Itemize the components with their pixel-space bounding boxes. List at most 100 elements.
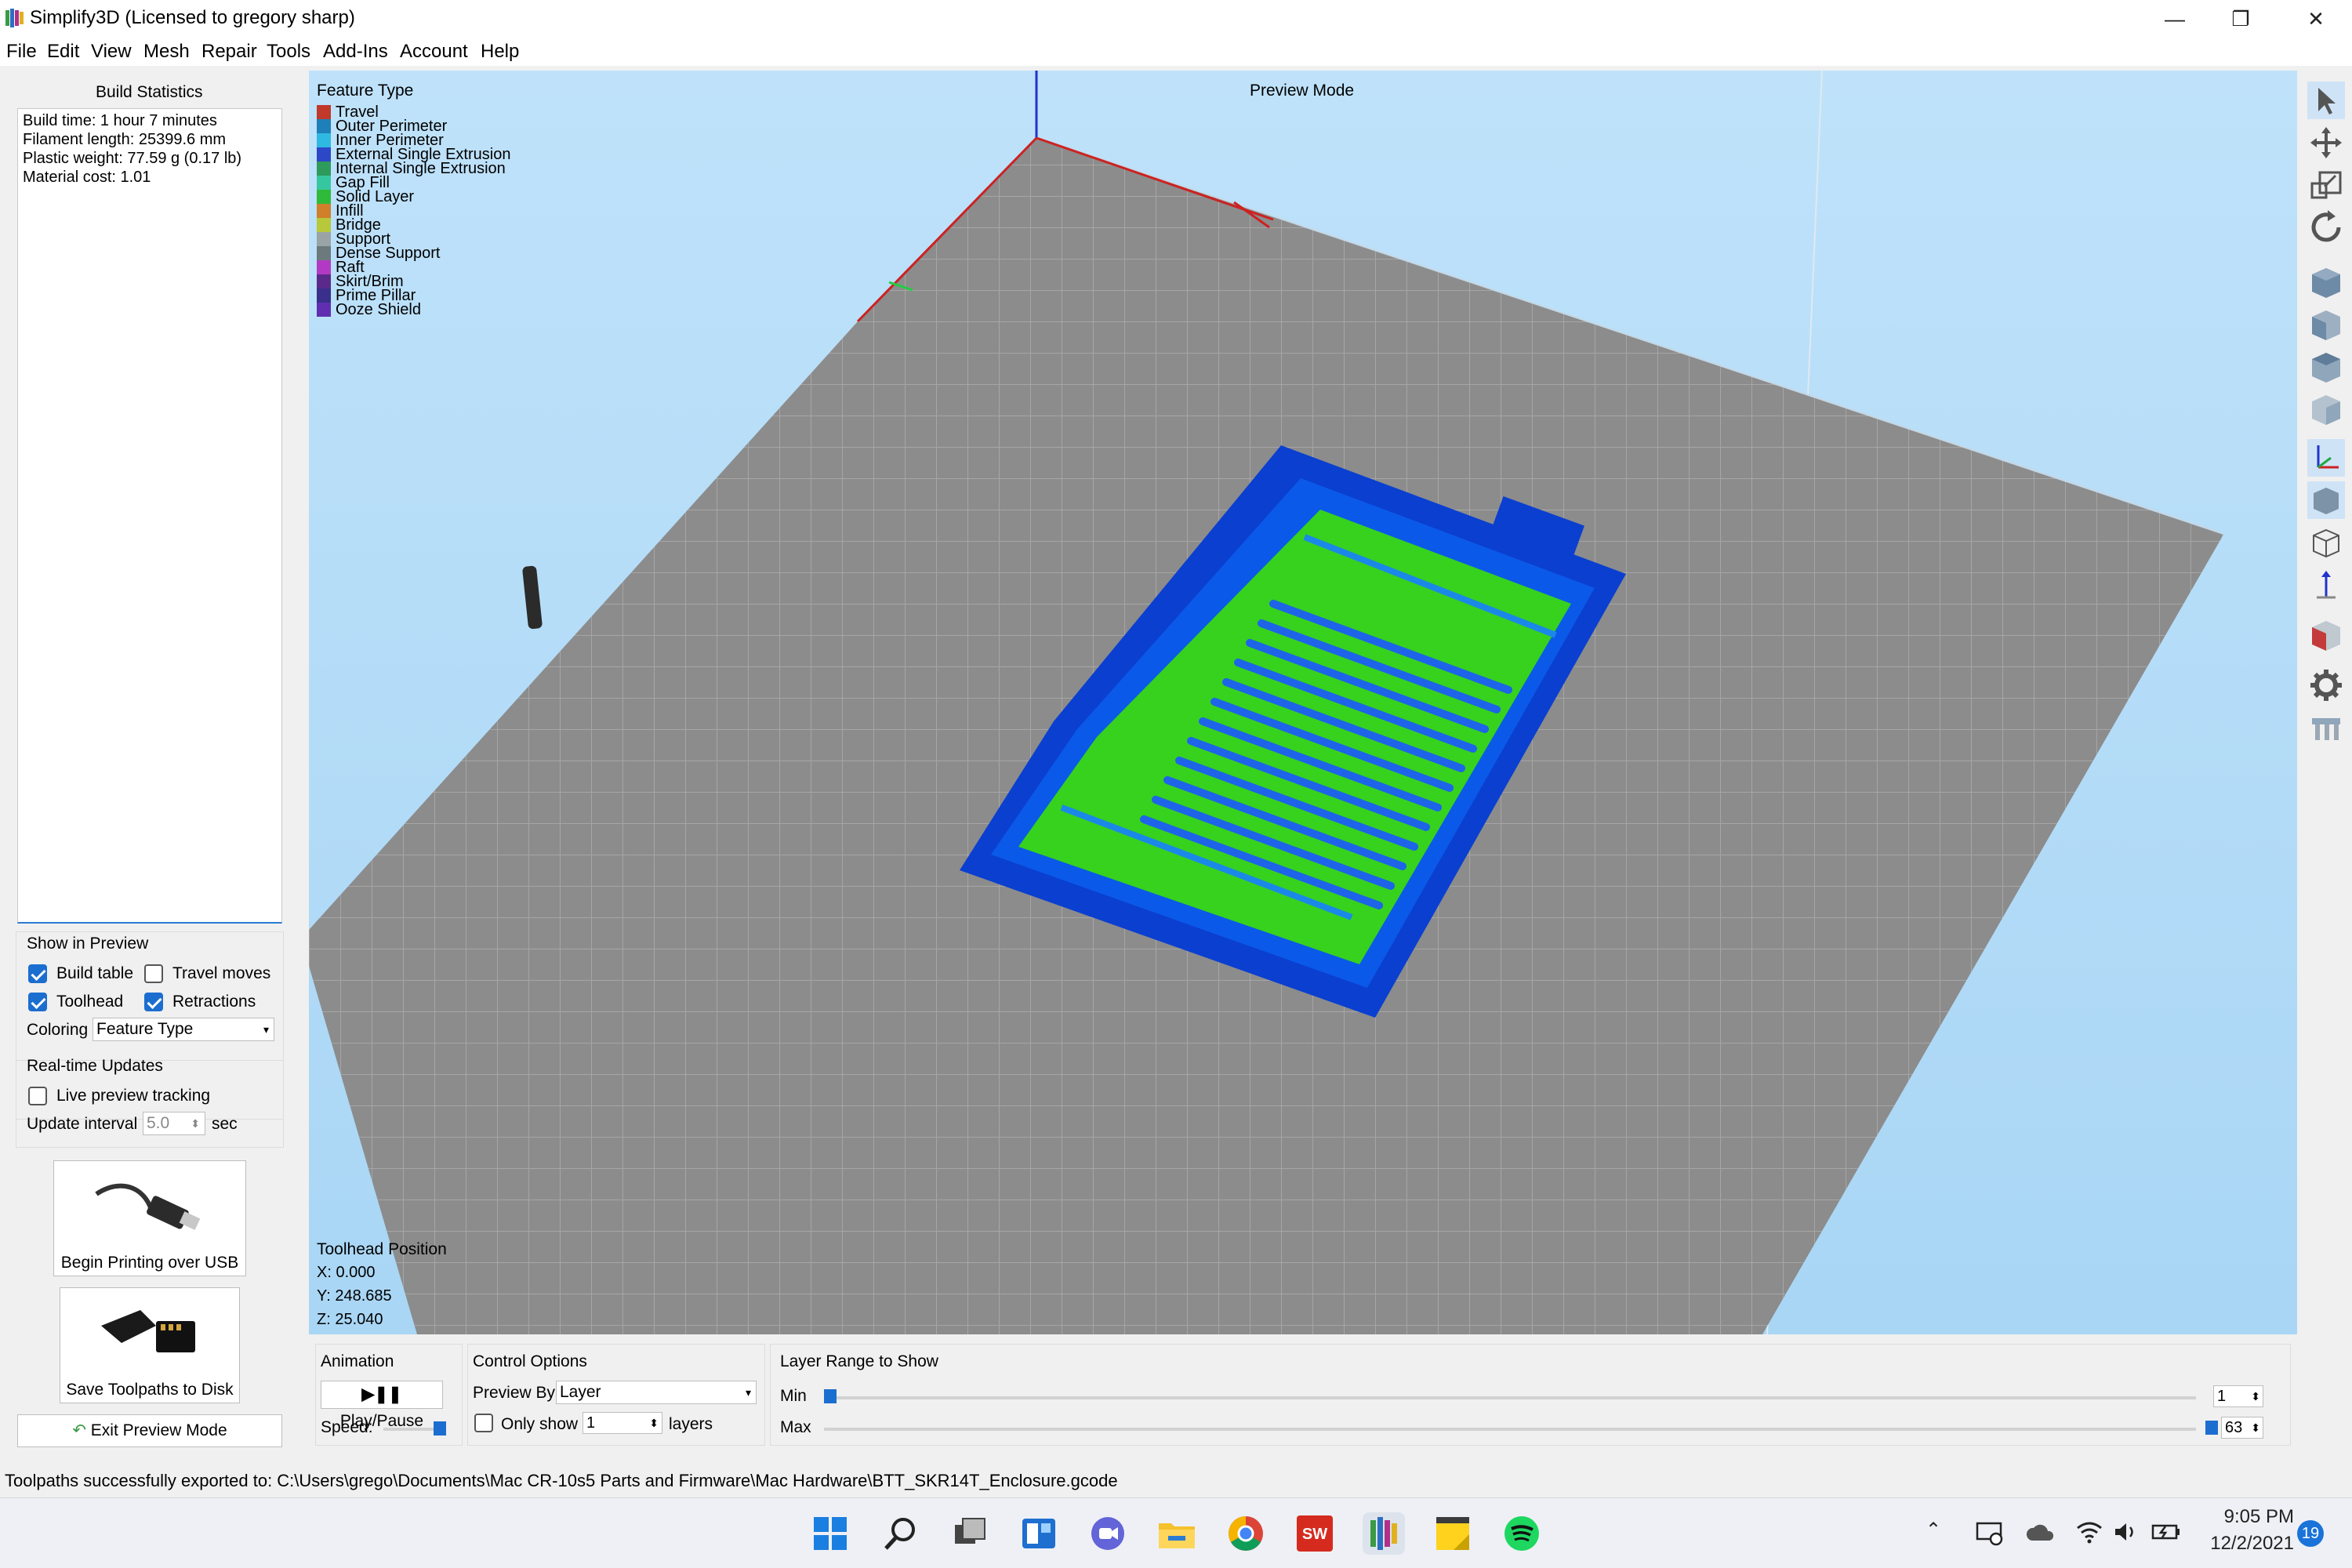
toolhead-checkbox[interactable] — [28, 993, 47, 1011]
usb-button-label: Begin Printing over USB — [60, 1254, 239, 1272]
menu-edit[interactable]: Edit — [47, 41, 79, 63]
menu-add-ins[interactable]: Add-Ins — [323, 41, 388, 63]
max-layer-spinner[interactable]: 63 ⬍ — [2221, 1417, 2263, 1439]
windows-taskbar: SW ⌃ 9:05 PM 12/2/2021 19 — [0, 1497, 2352, 1568]
move-arrows-icon[interactable] — [2307, 124, 2345, 162]
exit-preview-button[interactable]: ↶ Exit Preview Mode — [17, 1414, 282, 1447]
build-table-checkbox[interactable] — [28, 964, 47, 983]
build-statistics-box: Build time: 1 hour 7 minutes Filament le… — [17, 108, 282, 924]
legend-swatch — [317, 176, 331, 190]
max-layer-value: 63 — [2225, 1419, 2243, 1436]
menu-view[interactable]: View — [91, 41, 132, 63]
preview-by-label: Preview By — [473, 1384, 556, 1402]
solidworks-icon[interactable]: SW — [1294, 1512, 1336, 1555]
sd-card-icon — [101, 1310, 195, 1352]
layer-range-panel: Layer Range to Show Min 1 ⬍ Max 63 ⬍ — [770, 1344, 2291, 1446]
menu-repair[interactable]: Repair — [201, 41, 257, 63]
menu-account[interactable]: Account — [400, 41, 468, 63]
select-pointer-icon[interactable] — [2307, 82, 2345, 119]
legend-swatch — [317, 133, 331, 147]
battery-icon[interactable] — [2151, 1522, 2181, 1542]
coloring-select[interactable]: Feature Type ▾ — [93, 1018, 274, 1041]
back-arrow-icon: ↶ — [72, 1421, 86, 1439]
retractions-checkbox[interactable] — [144, 993, 163, 1011]
axes-toggle-icon[interactable] — [2307, 439, 2345, 477]
save-toolpaths-button[interactable]: Save Toolpaths to Disk — [60, 1287, 240, 1403]
device-connect-icon[interactable] — [1976, 1520, 2004, 1547]
min-layer-spinner[interactable]: 1 ⬍ — [2213, 1385, 2263, 1407]
clock-date[interactable]: 12/2/2021 — [2203, 1533, 2294, 1555]
support-structures-icon[interactable] — [2307, 709, 2345, 746]
minimize-button[interactable]: — — [2151, 3, 2198, 34]
only-show-spinner[interactable]: 1 ⬍ — [583, 1412, 662, 1434]
legend-title: Feature Type — [317, 82, 414, 100]
start-menu-icon[interactable] — [809, 1512, 851, 1555]
preview-by-select[interactable]: Layer ▾ — [556, 1381, 757, 1404]
side-view-icon[interactable] — [2307, 390, 2345, 428]
front-view-icon[interactable] — [2307, 306, 2345, 343]
legend-label: Ooze Shield — [336, 301, 421, 318]
update-interval-spinner[interactable]: 5.0 ⬍ — [143, 1112, 205, 1135]
legend-swatch — [317, 119, 331, 133]
settings-gear-icon[interactable] — [2307, 666, 2345, 704]
animation-panel: Animation ▶❚❚ Play/Pause Speed: — [315, 1344, 463, 1446]
travel-moves-checkbox[interactable] — [144, 964, 163, 983]
toolhead-z: Z: 25.040 — [317, 1311, 383, 1328]
volume-icon[interactable] — [2112, 1520, 2139, 1544]
legend-item: Solid Layer — [317, 189, 414, 205]
task-view-icon[interactable] — [949, 1512, 991, 1555]
only-show-checkbox[interactable] — [474, 1414, 493, 1432]
spotify-icon[interactable] — [1501, 1512, 1543, 1555]
toolhead-label: Toolhead — [56, 993, 124, 1011]
menu-mesh[interactable]: Mesh — [143, 41, 190, 63]
teams-chat-icon[interactable] — [1087, 1512, 1129, 1555]
control-options-title: Control Options — [473, 1352, 587, 1370]
search-icon[interactable] — [880, 1512, 922, 1555]
wireframe-view-icon[interactable] — [2307, 524, 2345, 561]
live-tracking-checkbox[interactable] — [28, 1087, 47, 1105]
min-layer-value: 1 — [2217, 1388, 2227, 1405]
chrome-icon[interactable] — [1225, 1512, 1267, 1555]
play-pause-button[interactable]: ▶❚❚ Play/Pause — [321, 1381, 443, 1430]
simplify3d-taskbar-icon[interactable] — [1363, 1512, 1405, 1555]
rotate-icon[interactable] — [2307, 209, 2345, 246]
window-title: Simplify3D (Licensed to gregory sharp) — [30, 7, 355, 28]
min-slider-track[interactable] — [824, 1396, 2196, 1399]
update-interval-value: 5.0 — [147, 1114, 170, 1132]
z-axis-view-icon[interactable] — [2307, 566, 2345, 604]
max-slider-knob[interactable] — [2205, 1421, 2218, 1435]
top-view-icon[interactable] — [2307, 348, 2345, 386]
iso-view-icon[interactable] — [2307, 263, 2345, 301]
cross-section-icon[interactable] — [2307, 616, 2345, 654]
menu-tools[interactable]: Tools — [267, 41, 310, 63]
tray-overflow-chevron-icon[interactable]: ⌃ — [1926, 1519, 1941, 1541]
simplify3d-logo-icon — [5, 9, 24, 27]
notification-badge[interactable]: 19 — [2297, 1520, 2324, 1547]
close-button[interactable]: ✕ — [2292, 3, 2339, 34]
clock-time[interactable]: 9:05 PM — [2216, 1506, 2294, 1528]
menu-help[interactable]: Help — [481, 41, 519, 63]
min-label: Min — [780, 1387, 807, 1405]
scale-icon[interactable] — [2307, 166, 2345, 204]
restore-button[interactable]: ❐ — [2217, 3, 2264, 34]
file-explorer-icon[interactable] — [1156, 1512, 1198, 1555]
menu-file[interactable]: File — [6, 41, 37, 63]
live-tracking-label: Live preview tracking — [56, 1087, 211, 1105]
layer-range-title: Layer Range to Show — [780, 1352, 938, 1370]
max-slider-track[interactable] — [824, 1428, 2196, 1431]
sticky-notes-icon[interactable] — [1432, 1512, 1474, 1555]
solid-view-icon[interactable] — [2307, 481, 2345, 519]
build-statistics-title: Build Statistics — [96, 83, 203, 101]
speed-slider-knob[interactable] — [434, 1421, 446, 1436]
onedrive-cloud-icon[interactable] — [2026, 1523, 2054, 1542]
begin-printing-usb-button[interactable]: Begin Printing over USB — [53, 1160, 246, 1276]
animation-title: Animation — [321, 1352, 394, 1370]
widgets-icon[interactable] — [1018, 1512, 1060, 1555]
svg-text:SW: SW — [1302, 1526, 1327, 1543]
wifi-icon[interactable] — [2076, 1520, 2103, 1544]
min-slider-knob[interactable] — [824, 1389, 837, 1403]
3d-viewport[interactable]: Feature Type Travel Outer Perimeter Inne… — [309, 71, 2297, 1334]
update-interval-label: Update interval — [27, 1115, 138, 1133]
save-button-label: Save Toolpaths to Disk — [66, 1381, 234, 1399]
only-show-label: Only show — [501, 1415, 579, 1433]
